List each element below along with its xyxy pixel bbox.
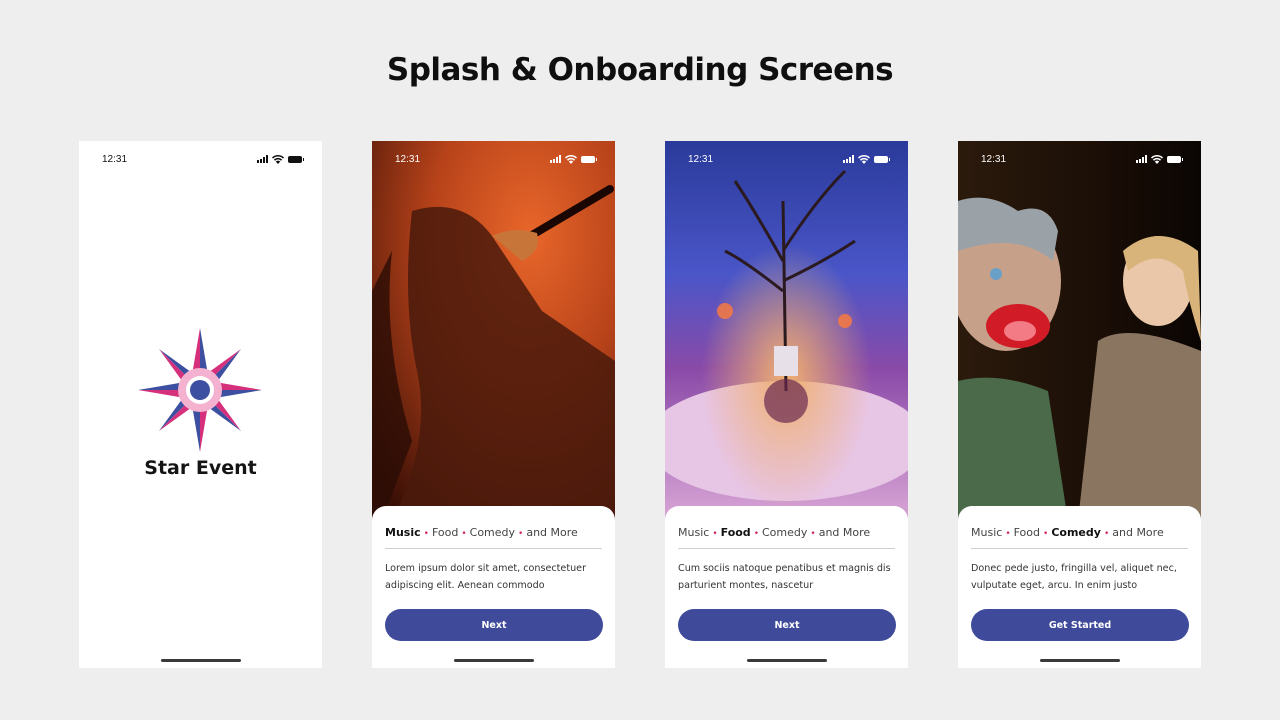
onboarding-description: Lorem ipsum dolor sit amet, consectetuer… (385, 563, 587, 591)
status-icons (550, 154, 597, 164)
category-food[interactable]: Food (1014, 526, 1040, 539)
battery-icon (288, 155, 304, 163)
status-icons (1136, 154, 1183, 164)
signal-icon (550, 155, 561, 163)
battery-icon (581, 155, 597, 163)
category-tabs: Music • Food • Comedy • and More (385, 526, 602, 549)
category-music[interactable]: Music (971, 526, 1002, 539)
wifi-icon (565, 154, 577, 164)
home-indicator (1039, 659, 1120, 662)
onboarding-description: Donec pede justo, fringilla vel, aliquet… (971, 563, 1177, 591)
category-music[interactable]: Music (385, 526, 421, 539)
splash-screen: 12:31 Star Event (79, 141, 322, 668)
star-logo (137, 327, 263, 453)
status-time: 12:31 (981, 154, 1007, 165)
wifi-icon (858, 154, 870, 164)
bottom-sheet: Music • Food • Comedy • and More Lorem ipsum d… (372, 506, 615, 668)
status-bar: 12:31 (665, 141, 908, 177)
next-button[interactable]: Next (678, 609, 896, 641)
signal-icon (843, 155, 854, 163)
signal-icon (257, 155, 268, 163)
battery-icon (1167, 155, 1183, 163)
puppet-photo (958, 141, 1201, 521)
next-button[interactable]: Next (385, 609, 603, 641)
bottom-sheet: Music • Food • Comedy • and More Cum sociis na… (665, 506, 908, 668)
status-icons (257, 154, 304, 164)
category-more[interactable]: and More (1112, 526, 1163, 539)
home-indicator (746, 659, 827, 662)
category-tabs: Music • Food • Comedy • and More (678, 526, 895, 549)
concert-photo (372, 141, 615, 521)
banquet-photo (665, 141, 908, 521)
category-comedy[interactable]: Comedy (1051, 526, 1101, 539)
category-tabs: Music • Food • Comedy • and More (971, 526, 1188, 549)
bullet-dot: • (518, 529, 524, 539)
bottom-sheet: Music • Food • Comedy • and More Donec pede ju… (958, 506, 1201, 668)
wifi-icon (272, 154, 284, 164)
category-comedy[interactable]: Comedy (470, 526, 515, 539)
onboarding-music-screen: 12:31 Music • Food • Comedy • and More Lorem i… (372, 141, 615, 668)
bullet-dot: • (1005, 529, 1011, 539)
bullet-dot: • (1043, 529, 1049, 539)
page-title: Splash & Onboarding Screens (386, 52, 894, 88)
category-food[interactable]: Food (721, 526, 751, 539)
status-time: 12:31 (102, 154, 128, 165)
onboarding-description: Cum sociis natoque penatibus et magnis d… (678, 563, 891, 591)
category-food[interactable]: Food (432, 526, 458, 539)
brand-name: Star Event (144, 457, 257, 479)
home-indicator (453, 659, 534, 662)
category-comedy[interactable]: Comedy (762, 526, 807, 539)
onboarding-food-screen: 12:31 Music • Food • Comedy • and More Cum soc… (665, 141, 908, 668)
bullet-dot: • (712, 529, 718, 539)
status-bar: 12:31 (79, 141, 322, 177)
bullet-dot: • (423, 529, 429, 539)
wifi-icon (1151, 154, 1163, 164)
onboarding-comedy-screen: 12:31 Music • Food • Comedy • and More Donec p… (958, 141, 1201, 668)
category-more[interactable]: and More (819, 526, 870, 539)
home-indicator (160, 659, 241, 662)
bullet-dot: • (461, 529, 467, 539)
status-icons (843, 154, 890, 164)
status-bar: 12:31 (372, 141, 615, 177)
category-more[interactable]: and More (526, 526, 577, 539)
status-bar: 12:31 (958, 141, 1201, 177)
get-started-button[interactable]: Get Started (971, 609, 1189, 641)
bullet-dot: • (1103, 529, 1110, 539)
status-time: 12:31 (395, 154, 421, 165)
bullet-dot: • (753, 529, 759, 539)
status-time: 12:31 (688, 154, 714, 165)
category-music[interactable]: Music (678, 526, 709, 539)
battery-icon (874, 155, 890, 163)
signal-icon (1136, 155, 1147, 163)
bullet-dot: • (810, 529, 816, 539)
